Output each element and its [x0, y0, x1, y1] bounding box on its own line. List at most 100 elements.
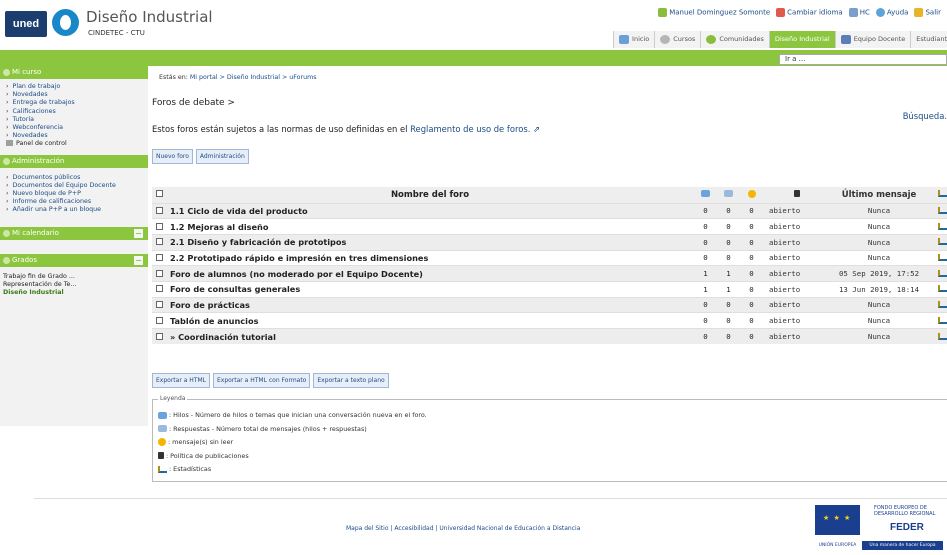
stats-icon[interactable]: [938, 269, 947, 277]
unread-count: 0: [740, 265, 763, 282]
sidebar-item-entrega-trabajos[interactable]: Entrega de trabajos: [6, 99, 148, 107]
sidebar-item-anadir-pp[interactable]: Añadir una P+P a un bloque: [6, 206, 148, 214]
feder-logo: FONDO EUROPEO DE DESARROLLO REGIONAL FED…: [815, 505, 943, 550]
unread-icon: [158, 438, 166, 446]
sidebar-item-representacion[interactable]: Representación de Te...: [3, 281, 148, 289]
new-forum-button[interactable]: Nuevo foro: [152, 149, 193, 164]
rules-link[interactable]: Reglamento de uso de foros.: [410, 124, 530, 134]
stats-icon[interactable]: [938, 316, 947, 324]
stats-icon[interactable]: [938, 285, 947, 293]
user-profile-link[interactable]: Manuel Dominguez Somonte: [658, 8, 770, 17]
block-grados-header[interactable]: Grados −: [0, 253, 148, 267]
stats-icon[interactable]: [938, 206, 947, 214]
block-calendario-header[interactable]: Mi calendario −: [0, 226, 148, 240]
tab-diseno-industrial[interactable]: Diseño Industrial: [768, 31, 835, 48]
replies-icon: [724, 190, 733, 198]
stats-icon[interactable]: [938, 238, 947, 246]
stats-icon[interactable]: [938, 253, 947, 261]
row-checkbox[interactable]: [155, 285, 163, 293]
forum-name-link[interactable]: Foro de consultas generales: [166, 280, 694, 298]
export-html-format-button[interactable]: Exportar a HTML con Formato: [212, 373, 311, 388]
goto-select[interactable]: Ir a ...: [779, 54, 947, 65]
breadcrumb-path[interactable]: Mi portal > Diseño Industrial > uForums: [190, 74, 317, 81]
sidebar-item-tutoria[interactable]: Tutoría: [6, 116, 148, 124]
admin-button[interactable]: Administración: [195, 149, 249, 164]
row-checkbox[interactable]: [155, 332, 163, 340]
change-language-link[interactable]: Cambiar idioma: [776, 8, 843, 17]
sidebar-item-nuevo-bloque[interactable]: Nuevo bloque de P+P: [6, 190, 148, 198]
stats-icon[interactable]: [938, 300, 947, 308]
feder-title: FEDER: [890, 522, 924, 533]
forum-name-link[interactable]: 2.2 Prototipado rápido e impresión en tr…: [166, 249, 694, 266]
forum-name-link[interactable]: 1.2 Mejoras al diseño: [166, 218, 694, 235]
col-forum-name[interactable]: Nombre del foro: [166, 187, 694, 203]
table-row: 1.2 Mejoras al diseño 0 0 0 abierto Nunca: [152, 218, 947, 235]
sidebar-item-informe-calificaciones[interactable]: Informe de calificaciones: [6, 198, 148, 206]
row-checkbox[interactable]: [155, 238, 163, 246]
forum-name-link[interactable]: Foro de alumnos (no moderado por el Equi…: [166, 265, 694, 282]
hc-link[interactable]: HC: [848, 8, 870, 17]
row-checkbox[interactable]: [155, 253, 163, 261]
block-mi-curso-header[interactable]: Mi curso: [0, 66, 148, 79]
block-administracion: Documentos públicos Documentos del Equip…: [0, 168, 148, 221]
collapse-calendar-button[interactable]: −: [134, 228, 143, 238]
export-html-button[interactable]: Exportar a HTML: [152, 373, 210, 388]
sidebar-item-calificaciones[interactable]: Calificaciones: [6, 108, 148, 116]
uned-logo[interactable]: uned: [5, 11, 47, 37]
row-checkbox[interactable]: [155, 316, 163, 324]
legend-replies: : Respuestas - Número total de mensajes …: [158, 423, 947, 437]
unread-count: 0: [740, 249, 763, 266]
forum-name-link[interactable]: Tablón de anuncios: [166, 312, 694, 329]
tab-inicio[interactable]: Inicio: [613, 31, 655, 48]
table-row: 2.1 Diseño y fabricación de prototipos 0 0…: [152, 233, 947, 251]
sidebar-item-tfg[interactable]: Trabajo fin de Grado ...: [3, 273, 148, 281]
replies-icon: [158, 425, 167, 432]
header: uned Diseño Industrial CINDETEC - CTU Ma…: [0, 0, 947, 50]
sidebar-item-panel-control[interactable]: Panel de control: [6, 140, 148, 148]
footer-links[interactable]: Mapa del Sitio | Accesibilidad | Univers…: [346, 525, 580, 532]
sidebar-item-plan-de-trabajo[interactable]: Plan de trabajo: [6, 83, 148, 91]
tab-cursos[interactable]: Cursos: [654, 31, 701, 48]
courses-icon: [660, 34, 671, 44]
forum-name-link[interactable]: 1.1 Ciclo de vida del producto: [166, 202, 694, 219]
forum-status: abierto: [763, 265, 825, 282]
stats-icon[interactable]: [938, 222, 947, 230]
sidebar-item-webconferencia[interactable]: Webconferencia: [6, 124, 148, 132]
help-link[interactable]: Ayuda: [875, 8, 908, 17]
select-all-checkbox[interactable]: [155, 189, 163, 197]
row-checkbox[interactable]: [155, 222, 163, 230]
sidebar-item-documentos-equipo[interactable]: Documentos del Equipo Docente: [6, 182, 136, 190]
last-message: Nunca: [825, 249, 933, 266]
logout-link[interactable]: Salir: [914, 8, 941, 17]
unread-count: 0: [740, 296, 763, 313]
block-administracion-header[interactable]: Administración: [0, 154, 148, 168]
sidebar-item-documentos-publicos[interactable]: Documentos públicos: [6, 174, 148, 182]
user-icon: [658, 8, 668, 17]
search-link[interactable]: Búsqueda.: [903, 111, 947, 121]
sidebar-item-diseno-industrial[interactable]: Diseño Industrial: [3, 289, 148, 297]
col-last-message[interactable]: Último mensaje: [825, 187, 933, 203]
replies-count: 0: [717, 312, 740, 329]
eu-flag-icon: [815, 505, 860, 535]
sidebar-item-novedades[interactable]: Novedades: [6, 91, 148, 99]
tab-estudiantes[interactable]: Estudiant: [910, 31, 947, 48]
legend-threads: : Hilos - Número de hilos o temas que in…: [158, 409, 947, 423]
sidebar-item-novedades-2[interactable]: Novedades: [6, 132, 148, 140]
forum-name-link[interactable]: 2.1 Diseño y fabricación de prototipos: [166, 233, 694, 251]
tab-comunidades[interactable]: Comunidades: [700, 31, 769, 48]
export-text-button[interactable]: Exportar a texto plano: [313, 373, 389, 388]
replies-count: 0: [717, 328, 740, 345]
table-row: Tablón de anuncios 0 0 0 abierto Nunca: [152, 312, 947, 329]
row-checkbox[interactable]: [155, 269, 163, 277]
stats-icon[interactable]: [938, 332, 947, 340]
replies-count: 0: [717, 202, 740, 219]
unread-count: 0: [740, 312, 763, 329]
row-checkbox[interactable]: [155, 300, 163, 308]
forum-name-link[interactable]: » Coordinación tutorial: [166, 328, 694, 345]
feder-small-text: FONDO EUROPEO DE DESARROLLO REGIONAL: [874, 505, 936, 517]
forum-name-link[interactable]: Foro de prácticas: [166, 296, 694, 313]
row-checkbox[interactable]: [155, 206, 163, 214]
control-panel-icon: [6, 140, 13, 147]
collapse-grados-button[interactable]: −: [134, 255, 143, 265]
tab-equipo-docente[interactable]: Equipo Docente: [834, 31, 911, 48]
